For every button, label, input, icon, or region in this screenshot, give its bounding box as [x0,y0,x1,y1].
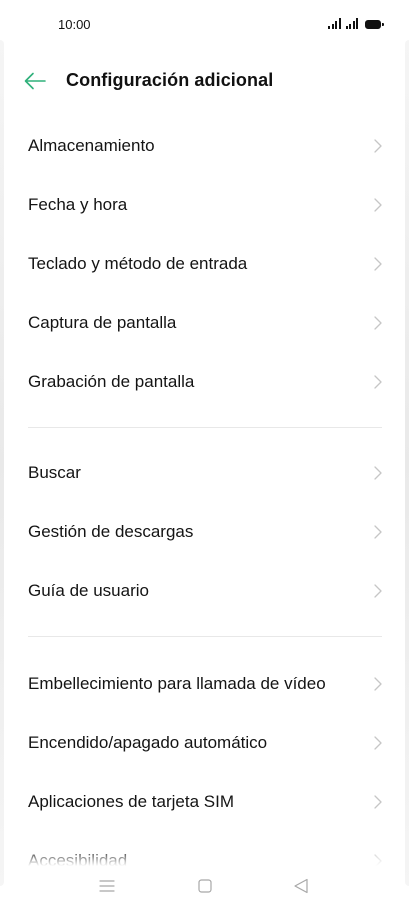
settings-item-label: Aplicaciones de tarjeta SIM [28,791,234,811]
settings-item-label: Buscar [28,462,81,482]
menu-icon [99,880,115,892]
section-divider [28,636,382,637]
status-icons [328,18,384,29]
settings-item-label: Embellecimiento para llamada de vídeo [28,673,326,693]
back-triangle-icon [294,878,308,894]
navigation-bar [0,866,409,910]
chevron-right-icon [374,256,382,271]
recents-button[interactable] [93,874,121,898]
settings-item-label: Almacenamiento [28,135,155,155]
back-arrow-icon [24,72,46,90]
settings-item-label: Gestión de descargas [28,521,194,541]
settings-item-label: Guía de usuario [28,580,149,600]
chevron-right-icon [374,315,382,330]
signal-icon [328,18,341,29]
settings-item-captura-de-pantalla[interactable]: Captura de pantalla [0,293,409,352]
section-divider [28,427,382,428]
settings-item-label: Fecha y hora [28,194,128,214]
chevron-right-icon [374,794,382,809]
settings-item-buscar[interactable]: Buscar [0,443,409,502]
settings-item-encendido-apagado[interactable]: Encendido/apagado automático [0,713,409,772]
settings-item-label: Teclado y método de entrada [28,253,248,273]
settings-item-embellecimiento[interactable]: Embellecimiento para llamada de vídeo [0,654,409,713]
phone-screen: 10:00 Configuración adicional Almacenami… [0,0,409,910]
status-bar: 10:00 [0,0,409,54]
chevron-right-icon [374,374,382,389]
chevron-right-icon [374,465,382,480]
settings-item-label: Captura de pantalla [28,312,177,332]
home-button[interactable] [191,874,219,898]
chevron-right-icon [374,524,382,539]
back-button[interactable] [22,69,48,93]
settings-item-guia-de-usuario[interactable]: Guía de usuario [0,561,409,620]
status-time: 10:00 [58,17,91,32]
settings-item-gestion-de-descargas[interactable]: Gestión de descargas [0,502,409,561]
page-title: Configuración adicional [66,70,274,90]
header: Configuración adicional [0,56,409,106]
battery-icon [365,20,384,29]
chevron-right-icon [374,735,382,750]
chevron-right-icon [374,583,382,598]
settings-item-grabacion-de-pantalla[interactable]: Grabación de pantalla [0,352,409,411]
chevron-right-icon [374,138,382,153]
chevron-right-icon [374,676,382,691]
back-nav-button[interactable] [287,874,315,898]
settings-item-fecha-y-hora[interactable]: Fecha y hora [0,175,409,234]
chevron-right-icon [374,197,382,212]
settings-item-label: Grabación de pantalla [28,371,195,391]
home-icon [198,879,212,893]
settings-item-aplicaciones-sim[interactable]: Aplicaciones de tarjeta SIM [0,772,409,831]
settings-item-almacenamiento[interactable]: Almacenamiento [0,116,409,175]
settings-item-teclado[interactable]: Teclado y método de entrada [0,234,409,293]
signal-icon [345,18,358,29]
settings-item-label: Encendido/apagado automático [28,732,268,752]
